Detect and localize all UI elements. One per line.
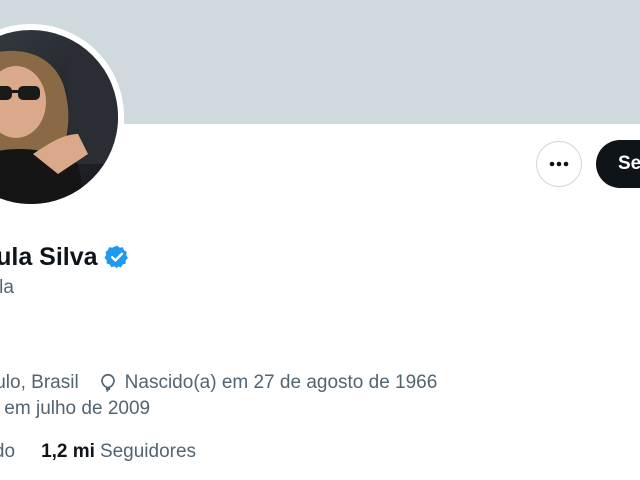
profile-stats: guindo 1,2 mi Seguidores xyxy=(0,438,196,466)
balloon-icon xyxy=(100,373,115,392)
more-horizontal-icon xyxy=(549,161,569,167)
profile-handle: Lula xyxy=(0,277,14,298)
joined-date: ressou em julho de 2009 xyxy=(0,396,150,422)
location-text: Paulo, Brasil xyxy=(0,372,79,393)
profile-meta-row: Paulo, Brasil Nascido(a) em 27 de agosto… xyxy=(0,370,437,396)
verified-badge-icon[interactable] xyxy=(104,244,130,270)
birth-date-text: Nascido(a) em 27 de agosto de 1966 xyxy=(124,372,438,393)
profile-page: Seguir a Lula Silva Lula Paulo, Brasil N… xyxy=(0,0,640,480)
following-label: guindo xyxy=(0,441,16,462)
follow-button-label: Seguir xyxy=(618,153,640,174)
display-name: a Lula Silva xyxy=(0,242,98,271)
follow-button[interactable]: Seguir xyxy=(596,140,640,188)
followers-label: Seguidores xyxy=(99,441,197,462)
following-link[interactable]: guindo xyxy=(0,441,15,463)
joined-date-text: ressou em julho de 2009 xyxy=(0,398,151,419)
followers-link[interactable]: 1,2 mi Seguidores xyxy=(41,441,196,463)
display-name-row: a Lula Silva xyxy=(0,240,130,274)
more-options-button[interactable] xyxy=(536,141,582,187)
followers-count: 1,2 mi xyxy=(41,441,95,462)
